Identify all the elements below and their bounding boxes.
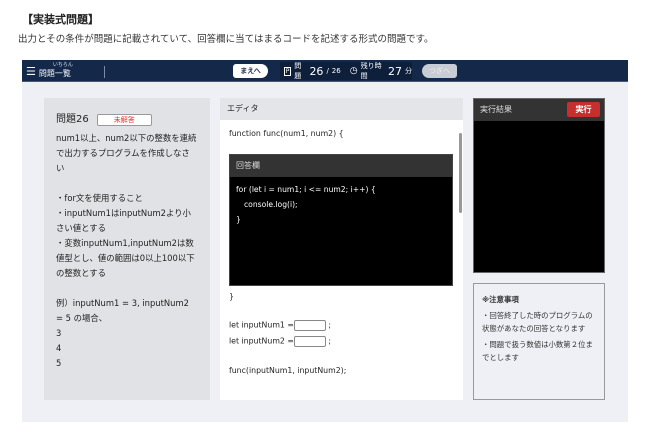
section-description: 出力とその条件が問題に記載されていて、回答欄に当てはまるコードを記述する形式の問… (18, 34, 434, 45)
question-current: 26 (309, 64, 324, 78)
condition: ・inputNum1はinputNum2より小さい値とする (56, 208, 191, 233)
note-item: ・回答終了した時のプログラムの状態があなたの回答となります (482, 311, 593, 333)
question-total: 26 (331, 67, 341, 75)
editor-title: エディタ (220, 98, 463, 120)
hamburger-icon: ☰ (26, 65, 36, 78)
input1-label: let inputNum1 = (229, 320, 294, 330)
note-item: ・問題で扱う数値は小数第２位までとします (482, 340, 593, 362)
input-num2-field[interactable] (293, 336, 326, 347)
question-list-ruby: いちらん (52, 62, 73, 68)
time-unit: 分 (405, 67, 412, 75)
code-line: } (229, 292, 234, 301)
answer-title: 回答欄 (230, 155, 452, 177)
example-output: 4 (56, 343, 62, 353)
question-panel: 問題26 未解答 num1以上、num2以下の整数を連続で出力するプログラムを作成… (44, 98, 210, 400)
next-button[interactable]: つぎへ (422, 64, 457, 78)
question-body: num1以上、num2以下の整数を連続で出力するプログラムを作成しなさい (56, 133, 197, 173)
scrollbar[interactable] (459, 133, 462, 213)
semicolon: ; (328, 320, 332, 330)
input2-label: let inputNum2 = (229, 336, 294, 346)
time-remaining: 27 (388, 64, 402, 78)
question-title: 問題26 (56, 114, 89, 125)
question-list-button[interactable]: ☰ 問題一覧 いちらん (26, 62, 105, 78)
code-line: func(inputNum1, inputNum2); (229, 366, 347, 375)
question-list-label: 問題一覧 (38, 69, 71, 78)
code-line: function func(num1, num2) { (229, 129, 344, 138)
editor-panel: エディタ function func(num1, num2) { 回答欄 for… (220, 98, 463, 400)
answer-editor[interactable]: 回答欄 for (let i = num1; i <= num2; i++) {… (229, 154, 453, 286)
example: 例）inputNum1 = 3, inputNum2 = 5 の場合、 (56, 298, 189, 323)
answer-line: console.log(i); (244, 200, 298, 209)
clock-icon: ◷ (349, 66, 358, 76)
section-title: 【実装式問題】 (22, 13, 99, 26)
run-button[interactable]: 実行 (567, 102, 600, 117)
status-badge: 未解答 (96, 113, 152, 126)
prev-button[interactable]: まえへ (233, 64, 268, 78)
exam-status: P 問題 26 / 26 ◷ 残り時間 27 分 (280, 62, 412, 80)
time-label: 残り時間 (360, 62, 382, 80)
semicolon: ; (328, 336, 332, 346)
question-icon: P (284, 66, 292, 76)
answer-line: for (let i = num1; i <= num2; i++) { (236, 185, 376, 194)
exam-nav-bar: ☰ 問題一覧 いちらん まえへ P 問題 26 / 26 ◷ 残り時間 27 分… (22, 60, 628, 82)
question-label: 問題 (294, 62, 302, 80)
result-title: 実行結果 (480, 105, 512, 114)
notes-title: ※注意事項 (482, 295, 519, 304)
result-panel: 実行結果 実行 (473, 98, 605, 273)
answer-line: } (236, 215, 241, 224)
notes-panel: ※注意事項 ・回答終了した時のプログラムの状態があなたの回答となります ・問題で… (473, 283, 605, 400)
condition: ・変数inputNum1,inputNum2は数値型とし、値の範囲は0以上100… (56, 238, 195, 278)
condition: ・for文を使用すること (56, 193, 143, 203)
example-output: 3 (56, 328, 62, 338)
divider (103, 66, 105, 78)
example-output: 5 (56, 358, 62, 368)
input-num1-field[interactable] (293, 320, 326, 331)
